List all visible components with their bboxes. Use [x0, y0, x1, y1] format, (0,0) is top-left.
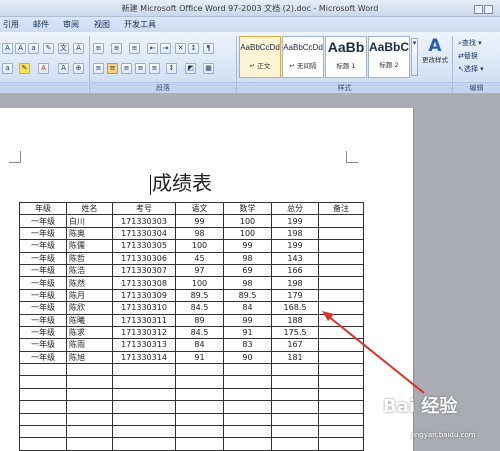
watermark-url: jingyan.baidu.com [411, 431, 476, 439]
arrow-shaft [327, 315, 425, 394]
annotation-arrow [322, 311, 425, 394]
watermark-logo: Bai 经验 [383, 396, 458, 417]
